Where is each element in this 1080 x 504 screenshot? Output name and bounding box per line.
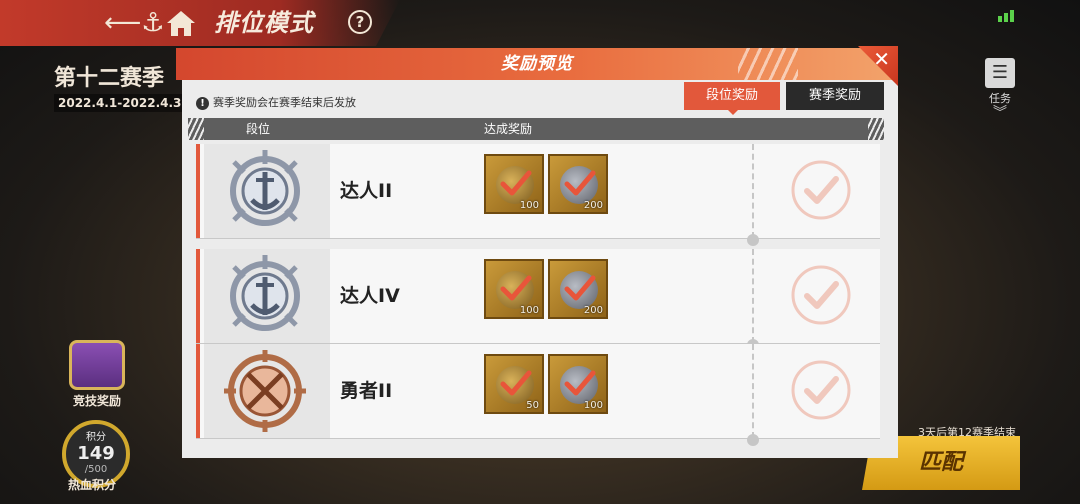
tab-label: 赛季奖励 xyxy=(808,88,861,103)
reward-preview-modal: 奖励预览 ! 赛季奖励会在赛季结束后发放 段位奖励 赛季奖励 段位 达成奖励 达… xyxy=(176,48,898,458)
chevron-down-icon: ︾ xyxy=(993,105,1007,121)
column-rank: 段位 xyxy=(246,122,271,136)
reward-count: 100 xyxy=(519,305,539,316)
reward-count: 100 xyxy=(519,200,539,211)
divider xyxy=(752,344,754,438)
reward-item-silver-coin[interactable]: 200 xyxy=(548,154,608,214)
reward-item-gold-ball[interactable]: 100 xyxy=(484,154,544,214)
tab-rank-rewards[interactable]: 段位奖励 xyxy=(684,82,780,115)
task-label: 任务 xyxy=(989,92,1011,105)
notice: ! 赛季奖励会在赛季结束后发放 xyxy=(196,96,356,110)
modal-title: 奖励预览 xyxy=(501,54,573,74)
reward-count: 200 xyxy=(583,200,603,211)
competition-reward-button[interactable]: 竞技奖励 xyxy=(62,340,132,409)
tab-season-rewards[interactable]: 赛季奖励 xyxy=(786,82,884,110)
divider xyxy=(752,249,754,343)
signal-icon xyxy=(998,10,1014,22)
home-icon[interactable] xyxy=(164,8,198,38)
anchor-back-icon[interactable]: ⟵⚓ xyxy=(104,8,165,38)
reward-count: 50 xyxy=(526,400,539,411)
reward-item-silver-coin[interactable]: 200 xyxy=(548,259,608,319)
tier-name: 达人IV xyxy=(340,285,400,307)
bronze-swords-badge-icon xyxy=(204,344,330,438)
reward-item-gold-ball[interactable]: 50 xyxy=(484,354,544,414)
divider xyxy=(752,144,754,238)
claimed-check-icon xyxy=(790,159,852,221)
column-header: 段位 达成奖励 xyxy=(188,118,884,140)
season-dates: 2022.4.1-2022.4.30 xyxy=(54,94,194,112)
points-max: /500 xyxy=(84,464,108,475)
column-reward: 达成奖励 xyxy=(484,122,533,136)
top-bar: ⟵⚓ 排位模式 ? xyxy=(0,0,400,46)
check-icon xyxy=(500,273,532,303)
competition-reward-label: 竞技奖励 xyxy=(72,394,121,408)
check-icon xyxy=(564,273,596,303)
claimed-check-icon xyxy=(790,359,852,421)
check-icon xyxy=(564,168,596,198)
tier-name: 勇者II xyxy=(340,380,393,402)
claimed-check-icon xyxy=(790,264,852,326)
warning-icon: ! xyxy=(196,96,209,110)
modal-header: 奖励预览 xyxy=(176,48,898,80)
divider-dot xyxy=(747,234,759,246)
page-title: 排位模式 xyxy=(214,9,314,37)
reward-item-gold-ball[interactable]: 100 xyxy=(484,259,544,319)
reward-item-silver-coin[interactable]: 100 xyxy=(548,354,608,414)
help-icon[interactable]: ? xyxy=(348,10,372,34)
check-icon xyxy=(500,368,532,398)
season-name: 第十二赛季 xyxy=(54,66,165,91)
silver-anchor-badge-icon xyxy=(204,144,330,238)
silver-anchor-badge-icon xyxy=(204,249,330,343)
tier-name: 达人II xyxy=(340,180,393,202)
check-icon xyxy=(500,168,532,198)
season-info: 第十二赛季 2022.4.1-2022.4.30 xyxy=(54,66,194,112)
chest-icon xyxy=(69,340,125,390)
divider-dot xyxy=(747,434,759,446)
points-value: 149 xyxy=(77,443,115,464)
notice-text: 赛季奖励会在赛季结束后发放 xyxy=(213,96,356,109)
reward-row: 勇者II 50 100 xyxy=(196,344,880,446)
reward-count: 200 xyxy=(583,305,603,316)
tab-label: 段位奖励 xyxy=(705,88,758,103)
task-button[interactable]: ☰ 任务 ︾ xyxy=(978,58,1022,128)
reward-row: 达人IV 100 200 xyxy=(196,249,880,351)
check-icon xyxy=(564,368,596,398)
reward-row: 达人II 100 200 xyxy=(196,144,880,246)
task-icon: ☰ xyxy=(985,58,1015,88)
reward-count: 100 xyxy=(583,400,603,411)
hot-points-label: 热血积分 xyxy=(68,478,117,492)
